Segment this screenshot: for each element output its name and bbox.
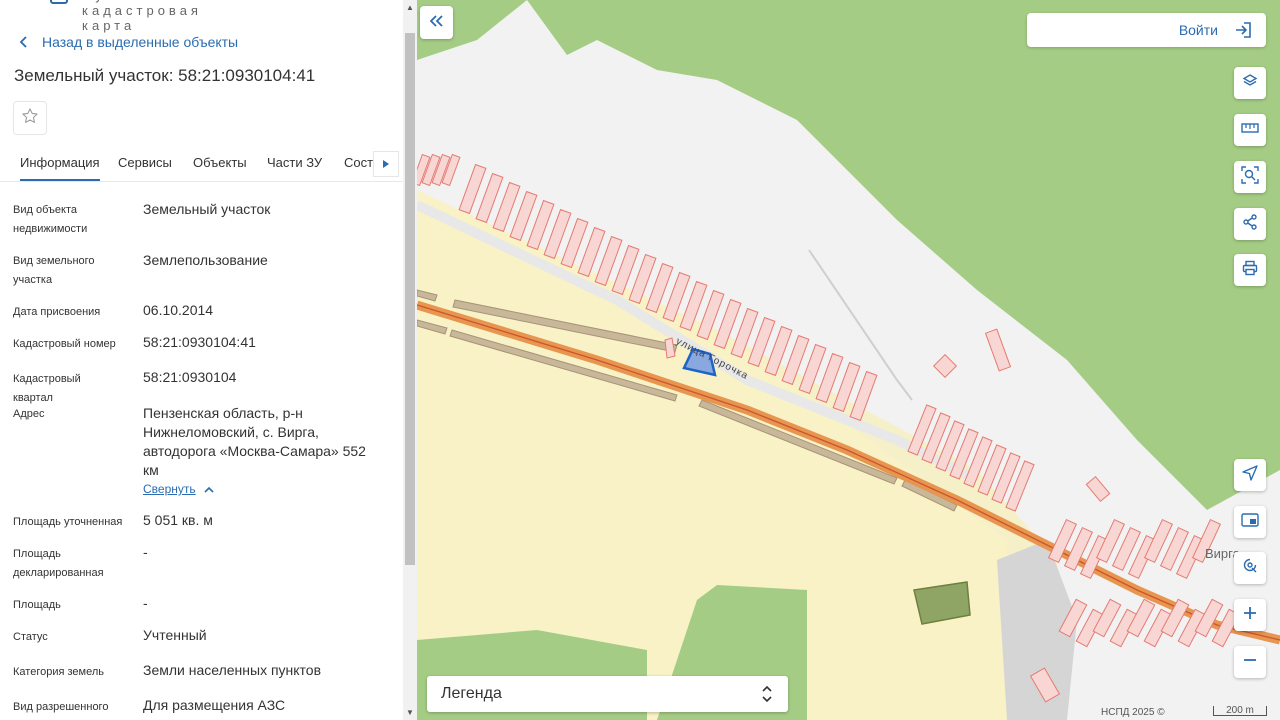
attribute-label: Адрес bbox=[13, 408, 45, 420]
app-title: Публичная кадастровая карта bbox=[82, 0, 202, 33]
ruler-icon bbox=[1241, 121, 1259, 139]
zoom-in-icon bbox=[1243, 606, 1257, 625]
layers-icon bbox=[1242, 73, 1258, 94]
layers-button[interactable] bbox=[1234, 67, 1266, 99]
attribute-label: Статус bbox=[13, 631, 48, 643]
attribute-value: 58:21:0930104 bbox=[143, 369, 237, 385]
locate-button[interactable] bbox=[1234, 459, 1266, 491]
parcel-shape bbox=[984, 328, 1012, 372]
scroll-up-arrow[interactable]: ▲ bbox=[406, 3, 414, 12]
caret-right-icon bbox=[383, 155, 389, 173]
login-icon bbox=[1234, 21, 1252, 44]
share-icon bbox=[1242, 213, 1258, 235]
select-area-icon bbox=[1241, 165, 1259, 189]
page-title: Земельный участок: 58:21:0930104:41 bbox=[14, 66, 316, 85]
search-location-icon bbox=[1242, 558, 1258, 579]
parcel-shape bbox=[1085, 476, 1111, 502]
back-label: Назад в выделенные объекты bbox=[42, 34, 239, 50]
map-attribution: НСПД 2025 © bbox=[1101, 707, 1165, 718]
tabs-scroll-right-button[interactable] bbox=[373, 151, 399, 177]
attribute-value: Учтенный bbox=[143, 627, 207, 643]
chevron-left-icon bbox=[16, 32, 32, 52]
login-label: Войти bbox=[1178, 22, 1218, 38]
back-to-selected-link[interactable]: Назад в выделенные объекты bbox=[16, 32, 238, 52]
tab-info[interactable]: Информация bbox=[20, 155, 100, 181]
attribute-label: Площадь декларированная bbox=[13, 548, 104, 579]
parcel-shape bbox=[932, 353, 958, 379]
minimap-icon bbox=[1241, 512, 1259, 532]
attribute-value: Земли населенных пунктов bbox=[143, 662, 322, 678]
attribute-label: Кадастровый квартал bbox=[13, 373, 81, 404]
measure-button[interactable] bbox=[1234, 114, 1266, 146]
scroll-down-arrow[interactable]: ▼ bbox=[406, 708, 414, 717]
attribute-value: Для размещения АЗС bbox=[143, 697, 286, 713]
attribute-value: - bbox=[143, 595, 148, 611]
top-header: Публичная кадастровая карта bbox=[0, 0, 260, 33]
share-button[interactable] bbox=[1234, 208, 1266, 240]
minimap-button[interactable] bbox=[1234, 506, 1266, 538]
tab-parts[interactable]: Части ЗУ bbox=[267, 155, 322, 170]
zoom-out-button[interactable] bbox=[1234, 646, 1266, 678]
attribute-label: Дата присвоения bbox=[13, 306, 101, 318]
attribute-label: Категория земель bbox=[13, 666, 104, 678]
scale-label: 200 m bbox=[1226, 705, 1254, 716]
print-icon bbox=[1242, 260, 1258, 281]
chevron-updown-icon bbox=[762, 685, 772, 708]
attribute-label: Вид земельного участка bbox=[13, 255, 95, 286]
panel-scrollbar[interactable]: ▲ ▼ bbox=[403, 0, 417, 720]
map-base-layer bbox=[417, 0, 1280, 720]
login-button[interactable]: Войти bbox=[1027, 13, 1266, 47]
favorite-button[interactable] bbox=[13, 101, 47, 135]
attribute-value: 06.10.2014 bbox=[143, 302, 214, 318]
attribute-label: Вид объекта недвижимости bbox=[13, 204, 88, 235]
legend-label: Легенда bbox=[441, 685, 502, 702]
collapse-panel-button[interactable] bbox=[420, 6, 453, 39]
attribute-value: 58:21:0930104:41 bbox=[143, 334, 256, 350]
star-icon bbox=[21, 107, 39, 130]
legend-dropdown[interactable]: Легенда bbox=[427, 676, 788, 712]
info-panel: Публичная кадастровая карта Назад в выде… bbox=[0, 0, 403, 720]
zoom-out-icon bbox=[1243, 653, 1257, 672]
collapse-address-link[interactable]: Свернуть bbox=[143, 482, 214, 496]
tab-services[interactable]: Сервисы bbox=[118, 155, 172, 170]
attribute-value: Земельный участок bbox=[143, 201, 271, 217]
double-chevron-left-icon bbox=[429, 14, 444, 32]
select-area-button[interactable] bbox=[1234, 161, 1266, 193]
map-canvas[interactable]: улица Горочка Вирга Войти Легенда НСПД 2… bbox=[417, 0, 1280, 720]
attribute-value: - bbox=[143, 544, 148, 560]
attribute-label: Вид разрешенного bbox=[13, 701, 109, 713]
zoom-in-button[interactable] bbox=[1234, 599, 1266, 631]
attribute-value: Землепользование bbox=[143, 252, 268, 268]
print-button[interactable] bbox=[1234, 254, 1266, 286]
logo-icon bbox=[50, 0, 68, 4]
attribute-label: Площадь уточненная bbox=[13, 516, 123, 528]
tab-objects[interactable]: Объекты bbox=[193, 155, 247, 170]
search-location-button[interactable] bbox=[1234, 552, 1266, 584]
attribute-label: Площадь bbox=[13, 599, 61, 611]
chevron-up-icon bbox=[204, 482, 214, 496]
attribute-label: Кадастровый номер bbox=[13, 338, 116, 350]
scrollbar-thumb[interactable] bbox=[405, 33, 415, 565]
tab-bar: Информация Сервисы Объекты Части ЗУ Сост… bbox=[0, 146, 403, 182]
collapse-label: Свернуть bbox=[143, 482, 196, 496]
address-value: Пензенская область, р-н Нижнеломовский, … bbox=[143, 405, 366, 478]
scale-bar: 200 m bbox=[1213, 706, 1267, 716]
locate-icon bbox=[1242, 464, 1258, 486]
attribute-value: 5 051 кв. м bbox=[143, 512, 213, 528]
